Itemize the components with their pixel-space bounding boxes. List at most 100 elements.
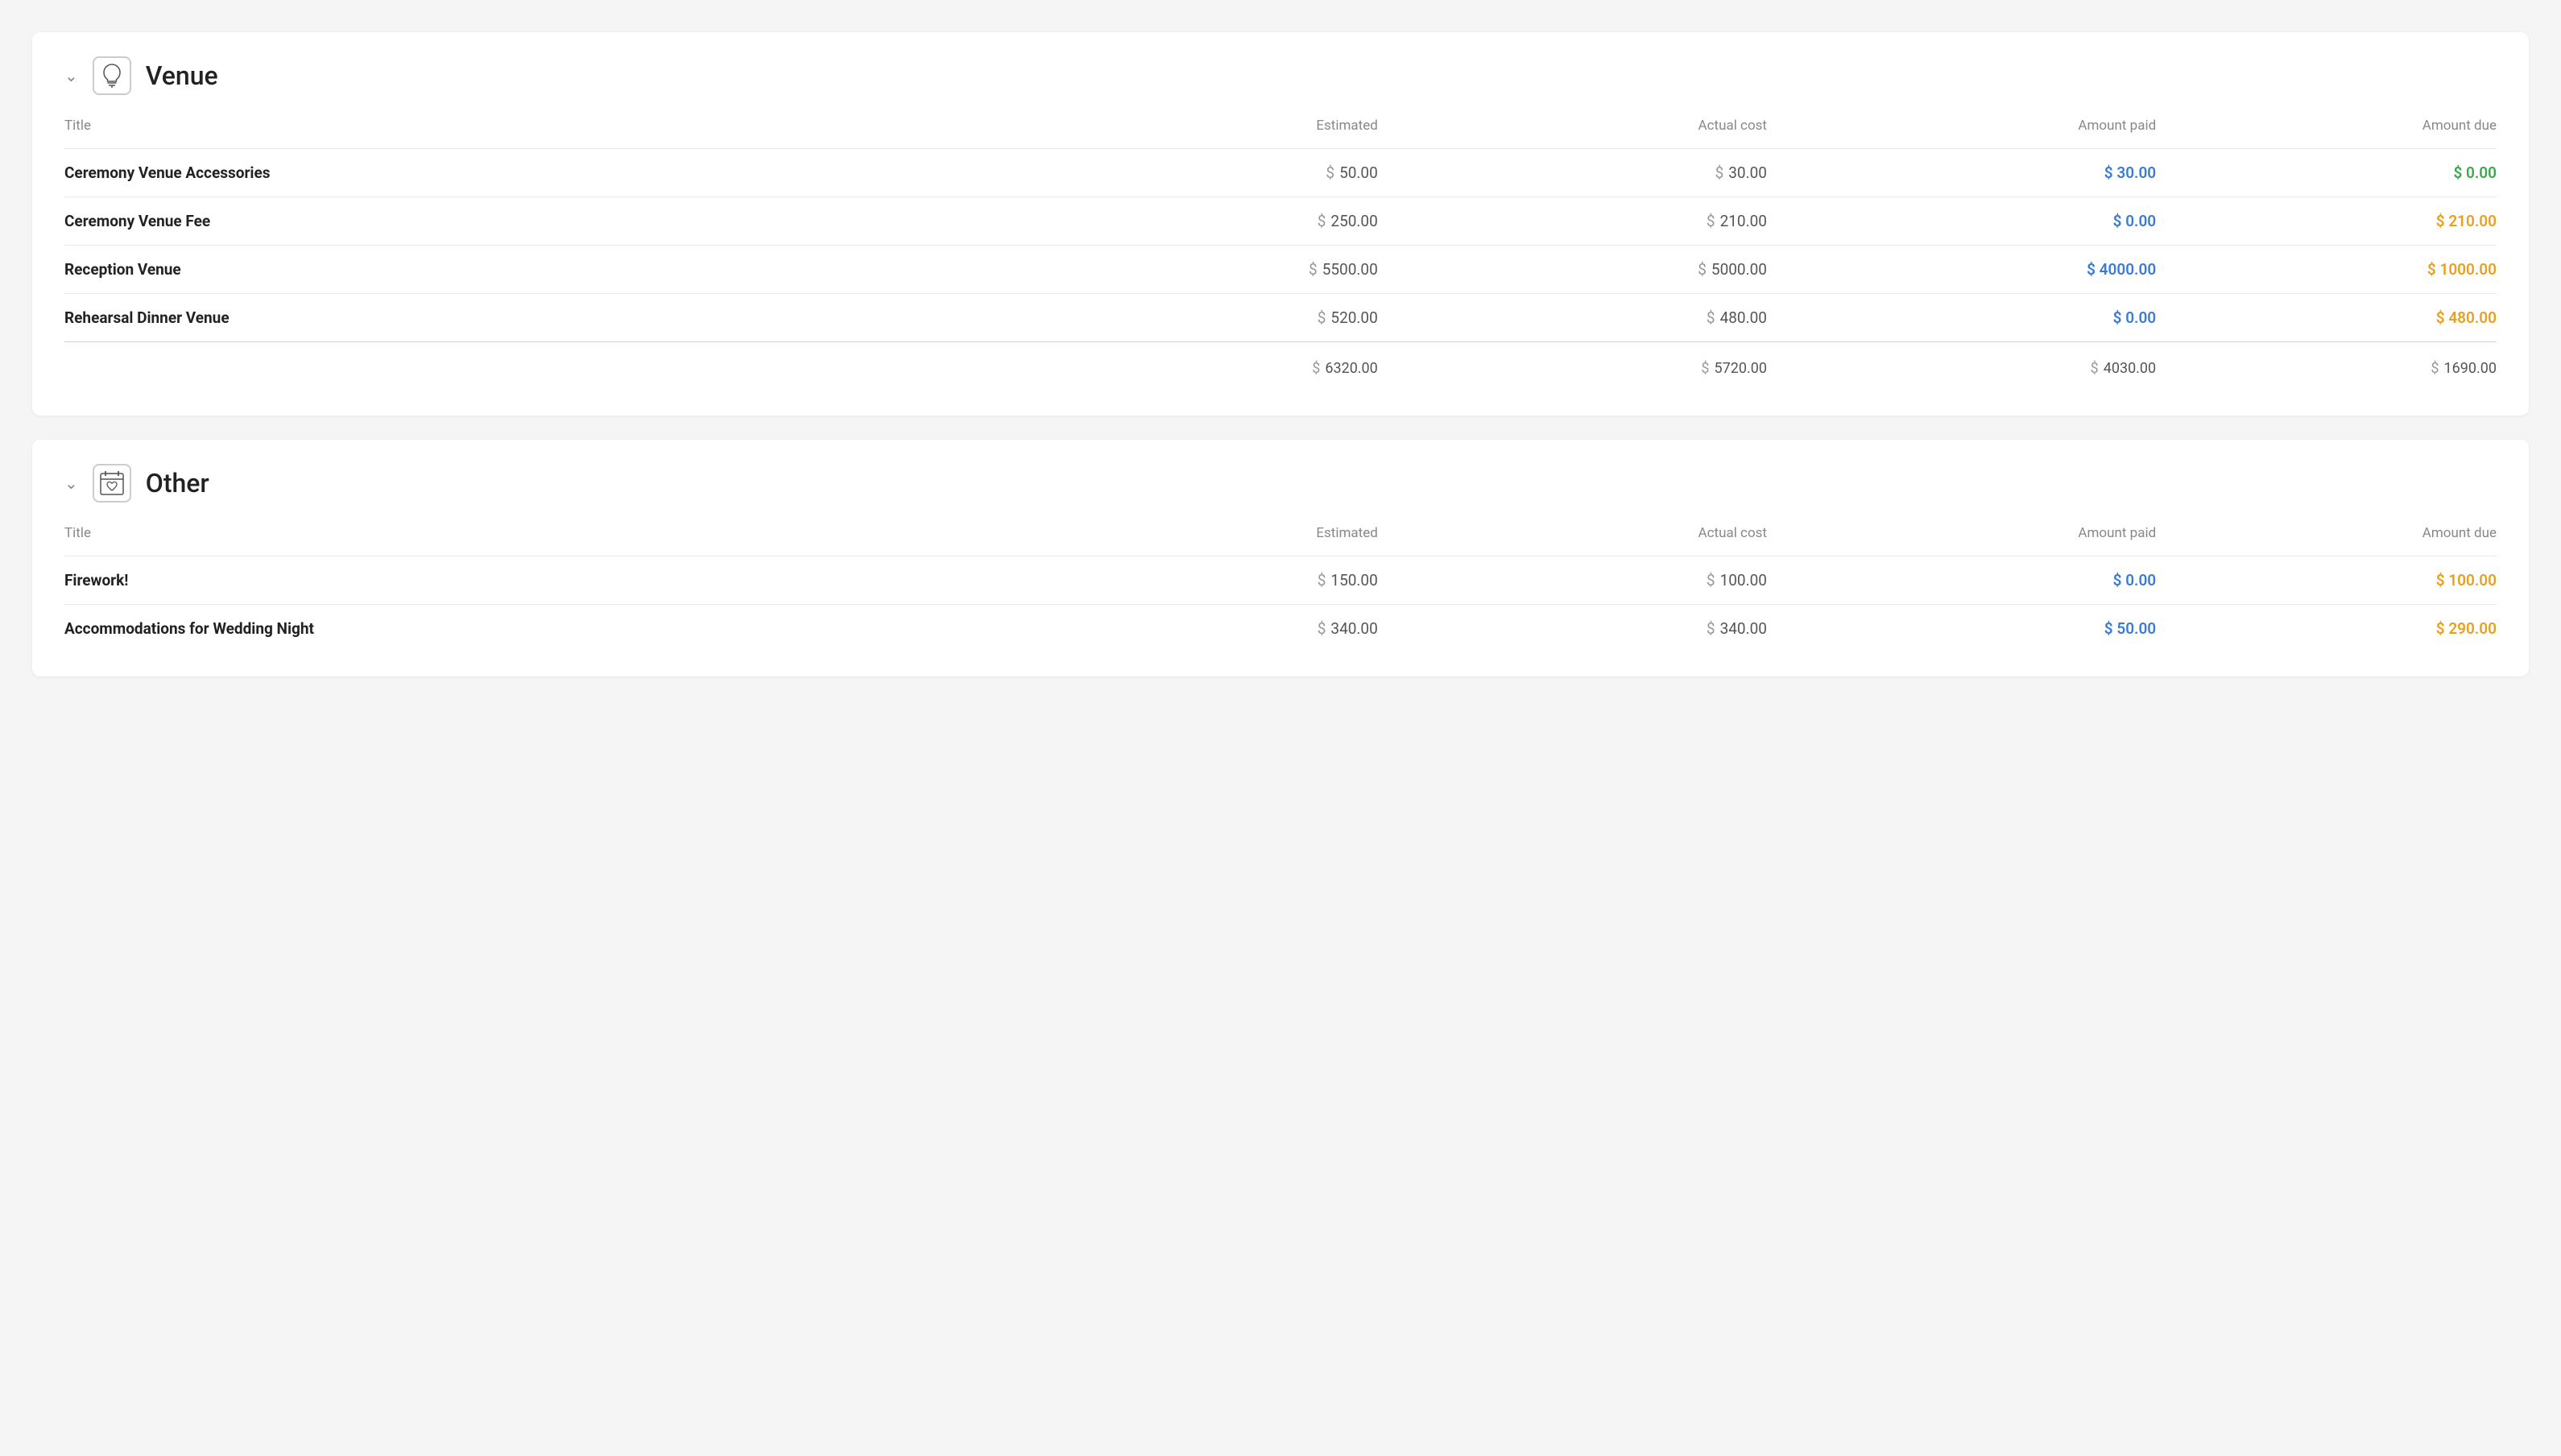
row-amount-paid: $ 30.00 (1767, 149, 2156, 197)
totals-estimated: $6320.00 (989, 342, 1378, 392)
dollar-sign-icon: $ (2431, 360, 2439, 377)
estimated-value: 250.00 (1330, 212, 1377, 230)
dollar-sign-icon: $ (1707, 308, 1715, 327)
row-actual-cost: $480.00 (1378, 294, 1767, 342)
row-amount-paid: $ 0.00 (1767, 556, 2156, 605)
row-estimated: $5500.00 (989, 246, 1378, 294)
totals-due: $1690.00 (2156, 342, 2497, 392)
estimated-value: 520.00 (1330, 308, 1377, 327)
col-header-amount_due: Amount due (2156, 525, 2497, 556)
row-estimated: $50.00 (989, 149, 1378, 197)
section-header-venue: ⌄ Venue (64, 56, 2497, 95)
chevron-down-icon[interactable]: ⌄ (64, 474, 78, 493)
estimated-value: 150.00 (1330, 571, 1377, 589)
due-value: $ 210.00 (2436, 212, 2497, 230)
table-other: TitleEstimatedActual costAmount paidAmou… (64, 525, 2497, 652)
row-title: Ceremony Venue Fee (64, 197, 989, 246)
row-amount-paid: $ 0.00 (1767, 294, 2156, 342)
row-amount-due: $ 480.00 (2156, 294, 2497, 342)
dollar-sign-icon: $ (1309, 260, 1318, 279)
paid-value: $ 30.00 (2104, 163, 2156, 182)
estimated-value: 5500.00 (1322, 260, 1378, 279)
row-actual-cost: $30.00 (1378, 149, 1767, 197)
due-value: $ 0.00 (2453, 163, 2497, 182)
dollar-sign-icon: $ (1701, 360, 1709, 377)
dollar-sign-icon: $ (2091, 360, 2099, 377)
chevron-down-icon[interactable]: ⌄ (64, 66, 78, 85)
col-header-actual_cost: Actual cost (1378, 525, 1767, 556)
section-title-venue: Venue (146, 60, 218, 91)
col-header-amount_due: Amount due (2156, 118, 2497, 149)
table-row: Ceremony Venue Fee$250.00$210.00$ 0.00$ … (64, 197, 2497, 246)
actual-value: 210.00 (1720, 212, 1767, 230)
actual-value: 30.00 (1728, 163, 1767, 182)
row-amount-due: $ 1000.00 (2156, 246, 2497, 294)
table-venue: TitleEstimatedActual costAmount paidAmou… (64, 118, 2497, 391)
row-title: Ceremony Venue Accessories (64, 149, 989, 197)
totals-value: 4030.00 (2104, 360, 2156, 377)
actual-value: 480.00 (1720, 308, 1767, 327)
dollar-sign-icon: $ (2436, 212, 2449, 230)
row-actual-cost: $5000.00 (1378, 246, 1767, 294)
totals-value: 6320.00 (1325, 360, 1377, 377)
actual-value: 5000.00 (1711, 260, 1767, 279)
table-row: Accommodations for Wedding Night$340.00$… (64, 605, 2497, 653)
estimated-value: 50.00 (1339, 163, 1378, 182)
dollar-sign-icon: $ (1318, 619, 1326, 638)
dollar-sign-icon: $ (1312, 360, 1320, 377)
table-row: Firework!$150.00$100.00$ 0.00$ 100.00 (64, 556, 2497, 605)
row-amount-paid: $ 4000.00 (1767, 246, 2156, 294)
dollar-sign-icon: $ (2104, 163, 2117, 182)
dollar-sign-icon: $ (2113, 212, 2126, 230)
dollar-sign-icon: $ (1318, 308, 1326, 327)
totals-actual: $5720.00 (1378, 342, 1767, 392)
dollar-sign-icon: $ (2087, 260, 2100, 279)
dollar-sign-icon: $ (1707, 571, 1715, 589)
dollar-sign-icon: $ (1707, 619, 1715, 638)
dollar-sign-icon: $ (1318, 212, 1326, 230)
row-estimated: $150.00 (989, 556, 1378, 605)
row-amount-due: $ 0.00 (2156, 149, 2497, 197)
table-row: Rehearsal Dinner Venue$520.00$480.00$ 0.… (64, 294, 2497, 342)
col-header-amount_paid: Amount paid (1767, 525, 2156, 556)
section-other: ⌄ OtherTitleEstimatedActual costAmount p… (32, 440, 2529, 676)
estimated-value: 340.00 (1330, 619, 1377, 638)
row-amount-due: $ 210.00 (2156, 197, 2497, 246)
dollar-sign-icon: $ (1318, 571, 1326, 589)
bulb-icon (93, 56, 131, 95)
dollar-sign-icon: $ (2104, 619, 2117, 638)
row-title: Reception Venue (64, 246, 989, 294)
col-header-amount_paid: Amount paid (1767, 118, 2156, 149)
section-venue: ⌄ Venue TitleEstimatedActual costAmount p… (32, 32, 2529, 416)
row-title: Accommodations for Wedding Night (64, 605, 989, 653)
totals-paid: $4030.00 (1767, 342, 2156, 392)
due-value: $ 1000.00 (2427, 260, 2497, 279)
actual-value: 340.00 (1720, 619, 1767, 638)
row-estimated: $250.00 (989, 197, 1378, 246)
row-amount-due: $ 100.00 (2156, 556, 2497, 605)
table-row: Ceremony Venue Accessories$50.00$30.00$ … (64, 149, 2497, 197)
paid-value: $ 0.00 (2113, 308, 2157, 327)
dollar-sign-icon: $ (2113, 308, 2126, 327)
row-title: Rehearsal Dinner Venue (64, 294, 989, 342)
row-actual-cost: $100.00 (1378, 556, 1767, 605)
paid-value: $ 4000.00 (2087, 260, 2156, 279)
paid-value: $ 0.00 (2113, 571, 2157, 589)
due-value: $ 480.00 (2436, 308, 2497, 327)
dollar-sign-icon: $ (1326, 163, 1334, 182)
dollar-sign-icon: $ (2453, 163, 2466, 182)
dollar-sign-icon: $ (1698, 260, 1707, 279)
col-header-estimated: Estimated (989, 118, 1378, 149)
col-header-title: Title (64, 118, 989, 149)
dollar-sign-icon: $ (1715, 163, 1724, 182)
dollar-sign-icon: $ (2436, 308, 2449, 327)
dollar-sign-icon: $ (2436, 619, 2449, 638)
row-amount-paid: $ 50.00 (1767, 605, 2156, 653)
row-estimated: $340.00 (989, 605, 1378, 653)
dollar-sign-icon: $ (1707, 212, 1715, 230)
row-title: Firework! (64, 556, 989, 605)
row-actual-cost: $340.00 (1378, 605, 1767, 653)
table-row: Reception Venue$5500.00$5000.00$ 4000.00… (64, 246, 2497, 294)
col-header-estimated: Estimated (989, 525, 1378, 556)
due-value: $ 100.00 (2436, 571, 2497, 589)
